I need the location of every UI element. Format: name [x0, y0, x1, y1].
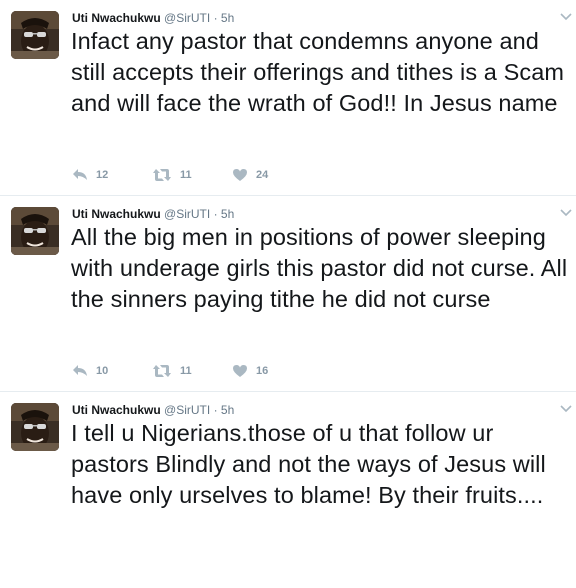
reply-button[interactable]: 10	[72, 362, 108, 380]
retweet-icon	[153, 169, 171, 181]
separator: ·	[213, 207, 218, 221]
author-handle[interactable]: @SirUTI	[164, 11, 210, 25]
avatar[interactable]	[11, 207, 59, 255]
avatar[interactable]	[11, 11, 59, 59]
like-count: 24	[256, 169, 269, 181]
author-name[interactable]: Uti Nwachukwu	[72, 11, 161, 25]
avatar[interactable]	[11, 403, 59, 451]
tweet-text: All the big men in positions of power sl…	[71, 224, 568, 312]
retweet-count: 11	[180, 169, 192, 181]
timestamp[interactable]: 5h	[221, 207, 234, 221]
heart-icon	[233, 365, 247, 377]
reply-count: 12	[96, 169, 109, 181]
reply-icon	[73, 169, 87, 180]
reply-button[interactable]: 12	[72, 166, 108, 184]
tweet[interactable]: Uti Nwachukwu @SirUTI · 5h Infact any pa…	[0, 0, 576, 196]
tweet-text: I tell u Nigerians.those of u that follo…	[71, 420, 546, 508]
reply-count: 10	[96, 365, 109, 377]
tweet[interactable]: Uti Nwachukwu @SirUTI · 5h All the big m…	[0, 196, 576, 392]
separator: ·	[213, 11, 218, 25]
author-handle[interactable]: @SirUTI	[164, 207, 210, 221]
tweet-header: Uti Nwachukwu @SirUTI · 5h	[72, 402, 234, 418]
retweet-button[interactable]: 11	[152, 166, 192, 184]
separator: ·	[213, 403, 218, 417]
tweet-header: Uti Nwachukwu @SirUTI · 5h	[72, 10, 234, 26]
heart-icon	[233, 169, 247, 181]
like-button[interactable]: 24	[232, 166, 268, 184]
author-handle[interactable]: @SirUTI	[164, 403, 210, 417]
chevron-down-icon[interactable]	[560, 404, 572, 414]
like-button[interactable]: 16	[232, 362, 268, 380]
chevron-down-icon[interactable]	[560, 12, 572, 22]
like-count: 16	[256, 365, 269, 377]
retweet-icon	[153, 365, 171, 377]
tweet-text: Infact any pastor that condemns anyone a…	[71, 28, 565, 116]
author-name[interactable]: Uti Nwachukwu	[72, 403, 161, 417]
chevron-down-icon[interactable]	[560, 208, 572, 218]
tweet[interactable]: Uti Nwachukwu @SirUTI · 5h I tell u Nige…	[0, 392, 576, 588]
tweet-header: Uti Nwachukwu @SirUTI · 5h	[72, 206, 234, 222]
timestamp[interactable]: 5h	[221, 11, 234, 25]
retweet-button[interactable]: 11	[152, 362, 192, 380]
retweet-count: 11	[180, 365, 192, 377]
reply-icon	[73, 365, 87, 376]
author-name[interactable]: Uti Nwachukwu	[72, 207, 161, 221]
timestamp[interactable]: 5h	[221, 403, 234, 417]
